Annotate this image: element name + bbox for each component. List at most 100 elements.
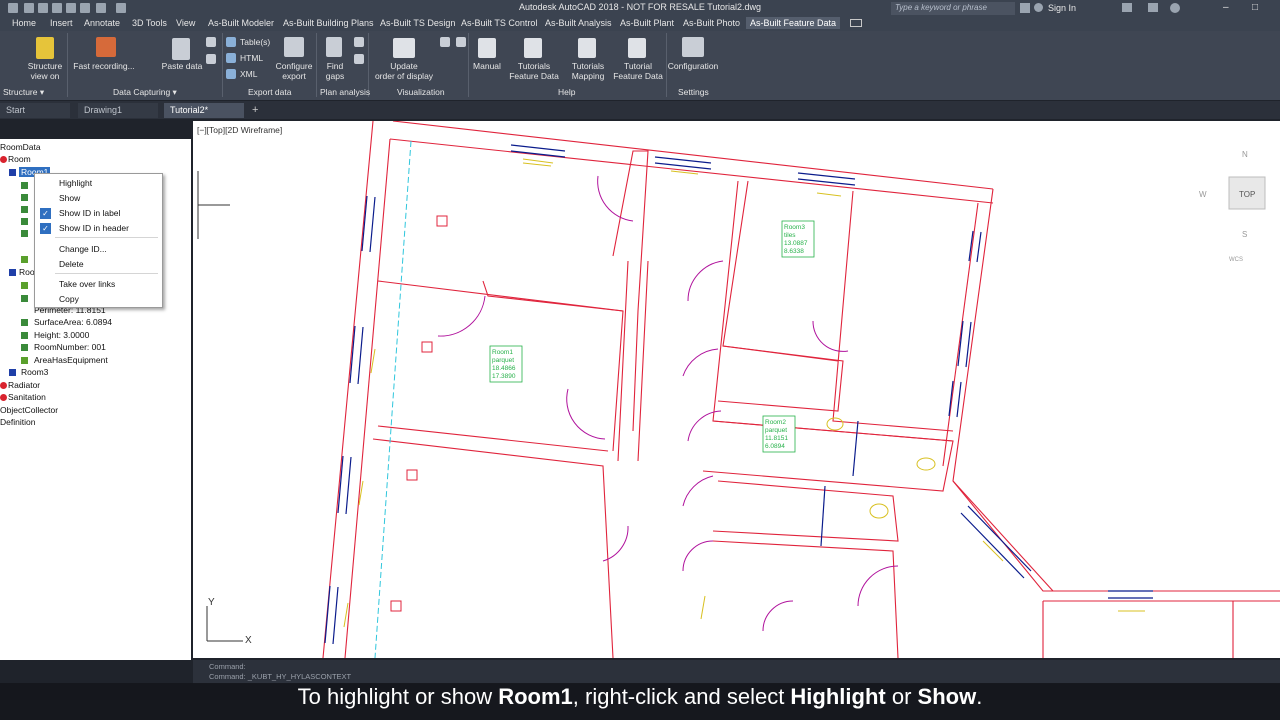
- help-icon[interactable]: [1170, 3, 1180, 13]
- tree-item-object-collector[interactable]: ObjectCollector: [0, 405, 58, 415]
- menu-item-delete[interactable]: Delete: [59, 259, 84, 269]
- viewcube-top-label[interactable]: TOP: [1239, 190, 1255, 199]
- panel-toggle-icon[interactable]: [850, 19, 862, 27]
- html-button[interactable]: HTML: [240, 53, 263, 63]
- viewport-controls[interactable]: [−][Top][2D Wireframe]: [197, 125, 282, 135]
- tab-as-built-ts-design[interactable]: As-Built TS Design: [376, 17, 459, 29]
- tab-as-built-analysis[interactable]: As-Built Analysis: [541, 17, 616, 29]
- tree-area-has-equipment[interactable]: AreaHasEquipment: [34, 355, 108, 365]
- sign-in-button[interactable]: Sign In: [1048, 3, 1076, 13]
- menu-item-show[interactable]: Show: [59, 193, 80, 203]
- minimize-button[interactable]: –: [1223, 2, 1229, 13]
- fast-recording-button[interactable]: Fast recording...: [72, 61, 136, 71]
- tree-room-number[interactable]: RoomNumber: 001: [34, 342, 106, 352]
- menu-item-highlight[interactable]: Highlight: [59, 178, 92, 188]
- caption-show: Show: [917, 684, 977, 709]
- tab-as-built-modeler[interactable]: As-Built Modeler: [204, 17, 278, 29]
- tab-as-built-building-plans[interactable]: As-Built Building Plans: [279, 17, 378, 29]
- drawing-canvas[interactable]: Room1 parquet 18.4866 17.3890 Room2 parq…: [193, 121, 1280, 658]
- tree-item-definition[interactable]: Definition: [0, 417, 35, 427]
- tree-item-room3[interactable]: Room3: [21, 367, 48, 377]
- radiator: [522, 158, 554, 167]
- menu-item-show-id-label[interactable]: Show ID in label: [59, 208, 120, 218]
- panel-export-data: Export data: [248, 87, 292, 97]
- property-icon: [21, 230, 28, 237]
- analysis2-icon[interactable]: [354, 54, 364, 64]
- tab-insert[interactable]: Insert: [46, 17, 77, 29]
- xml-button[interactable]: XML: [240, 69, 257, 79]
- doc-tab-tutorial2[interactable]: Tutorial2*: [164, 103, 244, 118]
- configure-export-button[interactable]: Configure export: [274, 61, 314, 81]
- menu-item-show-id-header[interactable]: Show ID in header: [59, 223, 129, 233]
- tables-button[interactable]: Table(s): [240, 37, 270, 47]
- command-line[interactable]: Command: Command: _KUBT_HY_HYLASCONTEXT: [193, 660, 1280, 684]
- menu-item-take-over-links[interactable]: Take over links: [59, 279, 115, 289]
- tab-home[interactable]: Home: [8, 17, 40, 29]
- find-gaps-icon: [326, 37, 342, 57]
- copy-icon[interactable]: [206, 37, 216, 47]
- door-swing: [597, 175, 634, 222]
- caption-highlight: Highlight: [790, 684, 886, 709]
- viewcube-north[interactable]: N: [1242, 150, 1248, 159]
- wall-east: [952, 188, 1054, 592]
- tree-surface-area[interactable]: SurfaceArea: 6.0894: [34, 317, 112, 327]
- tab-3d-tools[interactable]: 3D Tools: [128, 17, 171, 29]
- manual-button[interactable]: Manual: [470, 61, 504, 71]
- divider: [468, 33, 469, 97]
- panel-data-capturing[interactable]: Data Capturing ▾: [113, 87, 177, 98]
- xml-icon: [226, 69, 236, 79]
- tree-item-radiator[interactable]: Radiator: [8, 380, 40, 390]
- scissors-icon[interactable]: [206, 54, 216, 64]
- menu-item-change-id[interactable]: Change ID...: [59, 244, 107, 254]
- new-tab-button[interactable]: +: [252, 104, 258, 116]
- update-order-button[interactable]: Update order of display: [372, 61, 436, 81]
- tab-annotate[interactable]: Annotate: [80, 17, 124, 29]
- visual-icon[interactable]: [440, 37, 450, 47]
- tab-as-built-plant[interactable]: As-Built Plant: [616, 17, 678, 29]
- doc-tab-start[interactable]: Start: [0, 103, 70, 118]
- analysis-icon[interactable]: [354, 37, 364, 47]
- tab-view[interactable]: View: [172, 17, 199, 29]
- wall-room-south: [372, 438, 614, 658]
- caption-text: or: [885, 684, 918, 709]
- find-gaps-button[interactable]: Find gaps: [322, 61, 348, 81]
- configuration-button[interactable]: Configuration: [664, 61, 722, 71]
- document-tab-bar: Start Drawing1 Tutorial2* +: [0, 101, 1280, 119]
- search-input[interactable]: Type a keyword or phrase: [891, 2, 1015, 15]
- wcs-menu[interactable]: WCS: [1229, 257, 1243, 263]
- door-swing: [682, 540, 714, 572]
- wall-room2: [702, 420, 954, 492]
- panel-plan-analysis: Plan analysis: [320, 87, 371, 97]
- tutorial-feature-data-button[interactable]: Tutorial Feature Data: [612, 61, 664, 81]
- viewcube-west[interactable]: W: [1199, 190, 1207, 199]
- tree-item-room[interactable]: Room: [8, 154, 31, 164]
- property-icon: [21, 332, 28, 339]
- window: [654, 156, 712, 170]
- tutorials-feature-data-button[interactable]: Tutorials Feature Data: [508, 61, 560, 81]
- tree-item-sanitation[interactable]: Sanitation: [8, 392, 46, 402]
- menu-item-copy[interactable]: Copy: [59, 294, 79, 304]
- property-icon: [21, 295, 28, 302]
- structure-view-button[interactable]: Structure view on: [24, 61, 66, 81]
- room1-label-area: 17.3890: [492, 373, 516, 380]
- update-order-icon: [393, 38, 415, 58]
- user-icon: [1034, 3, 1043, 12]
- viewcube-south[interactable]: S: [1242, 230, 1247, 239]
- wall-room-mid: [717, 345, 844, 412]
- tree-root[interactable]: RoomData: [0, 142, 41, 152]
- tab-as-built-ts-control[interactable]: As-Built TS Control: [457, 17, 541, 29]
- door-swing: [682, 475, 714, 507]
- paste-data-button[interactable]: Paste data: [160, 61, 204, 71]
- tutorials-mapping-button[interactable]: Tutorials Mapping: [566, 61, 610, 81]
- panel-structure[interactable]: Structure ▾: [3, 87, 44, 98]
- binoculars-icon[interactable]: [1020, 3, 1030, 13]
- maximize-button[interactable]: □: [1252, 2, 1258, 13]
- doc-tab-drawing1[interactable]: Drawing1: [78, 103, 158, 118]
- exchange-icon[interactable]: [1148, 3, 1158, 12]
- visual2-icon[interactable]: [456, 37, 466, 47]
- tree-height[interactable]: Height: 3.0000: [34, 330, 89, 340]
- cart-icon[interactable]: [1122, 3, 1132, 12]
- door-swing: [687, 260, 724, 302]
- tab-as-built-feature-data[interactable]: As-Built Feature Data: [746, 17, 841, 29]
- tab-as-built-photo[interactable]: As-Built Photo: [679, 17, 744, 29]
